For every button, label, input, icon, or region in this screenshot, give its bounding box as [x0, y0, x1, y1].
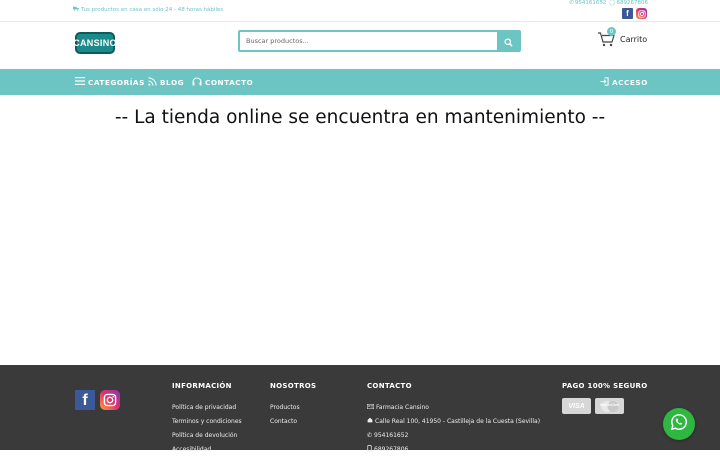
nav-categories-label: CATEGORÍAS: [88, 77, 145, 87]
whatsapp-number: 689267806: [616, 0, 649, 6]
menu-icon: [75, 77, 85, 87]
main-nav: CATEGORÍAS BLOG CONTACTO ACCESO: [0, 69, 720, 95]
search-input[interactable]: [240, 32, 497, 50]
instagram-icon[interactable]: [100, 390, 120, 410]
phone-icon: ✆: [367, 431, 373, 439]
nav-blog[interactable]: BLOG: [148, 69, 184, 95]
whatsapp-float-button[interactable]: [663, 408, 695, 440]
nav-login-label: ACCESO: [612, 77, 648, 87]
contact-phone-text: 954161652: [374, 431, 409, 439]
search-button[interactable]: [497, 32, 519, 50]
header: CANSINO 0 Carrito: [0, 22, 720, 69]
id-card-icon: [367, 403, 374, 411]
search-icon: [503, 32, 513, 51]
topbar-phones: ✆ 954161652 ◯ 689267806: [569, 0, 648, 6]
visa-label: VISA: [568, 402, 585, 410]
whatsapp-link[interactable]: ◯ 689267806: [609, 0, 648, 6]
footer: f INFORMACIÓN Política de privacidad Ter…: [0, 365, 720, 453]
footer-link[interactable]: Accesibilidad: [172, 442, 242, 456]
payment-cards: VISA MasterCard: [562, 398, 648, 414]
phone-number: 954161652: [574, 0, 607, 6]
cart-label: Carrito: [620, 35, 648, 44]
logo-text: CANSINO: [73, 38, 117, 48]
contact-address-text: Calle Real 100, 41950 - Castilleja de la…: [375, 417, 541, 425]
facebook-icon[interactable]: f: [622, 8, 633, 19]
truck-icon: [73, 6, 79, 13]
visa-card-icon: VISA: [562, 398, 591, 414]
footer-contact-address: Calle Real 100, 41950 - Castilleja de la…: [367, 414, 540, 428]
nav-categories[interactable]: CATEGORÍAS: [75, 69, 145, 95]
footer-payment-column: PAGO 100% SEGURO VISA MasterCard: [562, 382, 648, 414]
footer-link[interactable]: Contacto: [270, 414, 316, 428]
footer-info-title: INFORMACIÓN: [172, 382, 232, 390]
maintenance-message: -- La tienda online se encuentra en mant…: [114, 107, 606, 128]
mastercard-label: MasterCard: [599, 403, 620, 407]
shipping-promo: Tus productos en casa en sólo 24 - 48 ho…: [73, 6, 223, 13]
contact-mobile-text: 689267806: [374, 445, 409, 453]
top-bar: Tus productos en casa en sólo 24 - 48 ho…: [0, 0, 720, 22]
topbar-socials: f: [622, 8, 647, 19]
whatsapp-icon: [670, 413, 688, 435]
nav-blog-label: BLOG: [160, 77, 185, 87]
search-bar: [238, 30, 521, 52]
headset-icon: [192, 76, 202, 88]
footer-contact-title: CONTACTO: [367, 382, 412, 390]
footer-us-column: NOSOTROS Productos Contacto: [270, 382, 316, 428]
facebook-icon[interactable]: f: [75, 390, 95, 410]
nav-contact-label: CONTACTO: [205, 77, 254, 87]
rss-icon: [148, 76, 157, 88]
footer-contact-phone[interactable]: ✆ 954161652: [367, 428, 540, 442]
nav-login[interactable]: ACCESO: [600, 69, 648, 95]
mastercard-icon: MasterCard: [595, 398, 624, 414]
phone-link[interactable]: ✆ 954161652: [569, 0, 606, 6]
footer-contact-mobile[interactable]: 689267806: [367, 442, 540, 456]
login-icon: [600, 76, 609, 88]
footer-link[interactable]: Política de devolución: [172, 428, 242, 442]
nav-contact[interactable]: CONTACTO: [192, 69, 253, 95]
footer-info-column: INFORMACIÓN Política de privacidad Termi…: [172, 382, 242, 456]
footer-link[interactable]: Terminos y condiciones: [172, 414, 242, 428]
phone-icon: ✆: [569, 0, 574, 6]
home-icon: [367, 417, 373, 425]
footer-contact-column: CONTACTO Farmacia Cansino Calle Real 100…: [367, 382, 540, 456]
mobile-icon: [367, 444, 372, 454]
contact-name-text: Farmacia Cansino: [376, 403, 429, 411]
footer-link[interactable]: Productos: [270, 400, 316, 414]
footer-link[interactable]: Política de privacidad: [172, 400, 242, 414]
footer-payment-title: PAGO 100% SEGURO: [562, 382, 648, 390]
footer-contact-name: Farmacia Cansino: [367, 400, 540, 414]
whatsapp-icon: ◯: [609, 0, 616, 6]
cart-button[interactable]: 0 Carrito: [597, 27, 648, 51]
shipping-promo-text: Tus productos en casa en sólo 24 - 48 ho…: [81, 6, 224, 13]
site-logo[interactable]: CANSINO: [73, 32, 117, 54]
cart-count-badge: 0: [607, 27, 616, 36]
instagram-icon[interactable]: [636, 8, 647, 19]
footer-us-title: NOSOTROS: [270, 382, 317, 390]
